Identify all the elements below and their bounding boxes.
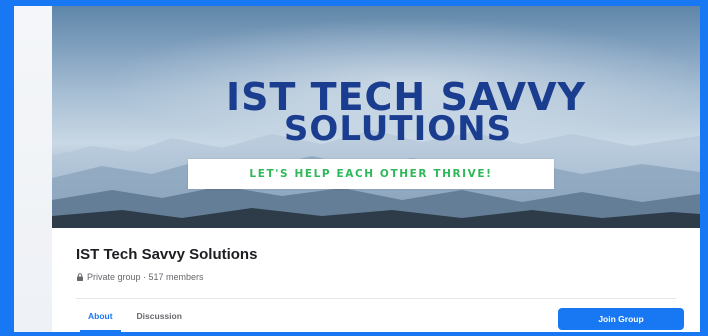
slogan-banner: LET'S HELP EACH OTHER THRIVE! <box>188 159 554 189</box>
tab-discussion[interactable]: Discussion <box>125 306 194 332</box>
join-group-button[interactable]: Join Group <box>558 308 684 330</box>
group-tabs: About Discussion <box>76 306 194 332</box>
group-name[interactable]: IST Tech Savvy Solutions <box>76 246 257 263</box>
group-page: IST TECH SAVVY SOLUTIONS LET'S HELP EACH… <box>14 6 700 332</box>
cover-title-line2: SOLUTIONS <box>283 109 513 149</box>
group-privacy-info: Private group · 517 members <box>76 272 204 282</box>
lock-icon <box>77 273 83 281</box>
tab-about[interactable]: About <box>76 306 125 332</box>
left-sidebar-edge <box>14 6 52 332</box>
slogan-text: LET'S HELP EACH OTHER THRIVE! <box>249 168 493 180</box>
group-header: IST Tech Savvy Solutions Private group ·… <box>52 228 700 332</box>
cover-photo: IST TECH SAVVY SOLUTIONS LET'S HELP EACH… <box>52 6 700 228</box>
divider <box>76 298 676 299</box>
group-meta-text: Private group · 517 members <box>87 272 204 282</box>
